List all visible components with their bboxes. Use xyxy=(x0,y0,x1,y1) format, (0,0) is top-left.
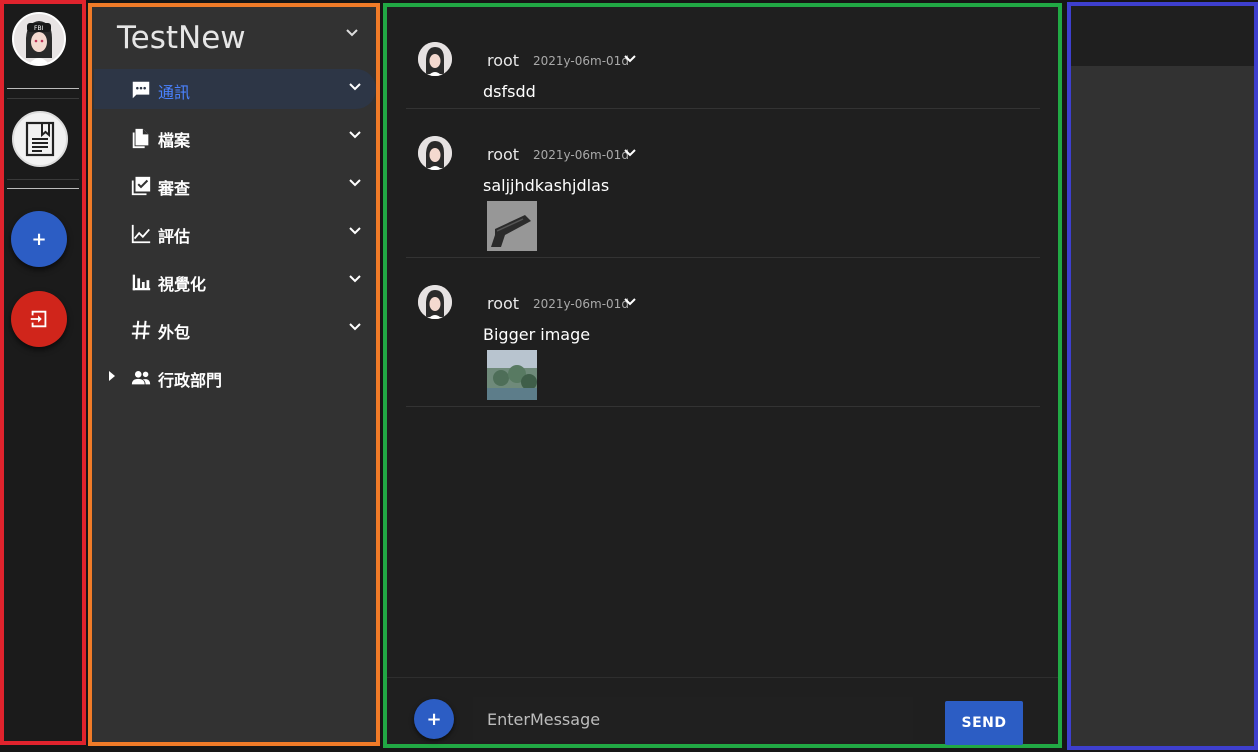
message-item: root 2021y-06m-01d saljjhdkashjdlas xyxy=(406,129,1040,258)
logout-button[interactable] xyxy=(11,291,67,347)
right-panel xyxy=(1067,2,1258,750)
chevron-down-icon[interactable] xyxy=(349,83,361,91)
chevron-down-icon[interactable] xyxy=(349,275,361,283)
composer-divider xyxy=(387,677,1058,678)
rail-divider xyxy=(7,188,79,189)
message-username[interactable]: root xyxy=(487,145,519,164)
add-server-button[interactable]: + xyxy=(11,211,67,267)
message-text: dsfsdd xyxy=(483,82,536,101)
nav-item-outsourcing[interactable]: 外包 xyxy=(94,309,376,349)
nav-item-label: 外包 xyxy=(158,323,191,342)
rail-divider xyxy=(7,179,79,180)
message-avatar[interactable] xyxy=(418,42,452,76)
user-avatar[interactable]: FBI xyxy=(12,12,66,66)
message-image-landscape[interactable] xyxy=(487,350,537,400)
svg-text:FBI: FBI xyxy=(34,25,44,32)
nav-item-communication[interactable]: 通訊 xyxy=(94,69,376,109)
message-avatar[interactable] xyxy=(418,136,452,170)
right-panel-header xyxy=(1071,6,1254,66)
document-bookmark-icon xyxy=(25,121,55,157)
chat-area: root 2021y-06m-01d dsfsdd root 2021y-06m… xyxy=(383,3,1062,748)
message-username[interactable]: root xyxy=(487,294,519,313)
chevron-down-icon[interactable] xyxy=(624,55,636,63)
message-avatar[interactable] xyxy=(418,285,452,319)
caret-right-icon[interactable] xyxy=(108,370,116,382)
message-timestamp: 2021y-06m-01d xyxy=(533,54,629,68)
chevron-down-icon[interactable] xyxy=(624,149,636,157)
plus-icon: + xyxy=(31,228,47,250)
review-icon xyxy=(131,176,151,196)
chevron-down-icon[interactable] xyxy=(346,29,358,37)
hash-icon xyxy=(131,320,151,340)
chart-line-icon xyxy=(131,224,151,244)
message-timestamp: 2021y-06m-01d xyxy=(533,297,629,311)
group-icon xyxy=(131,371,151,385)
nav-item-evaluation[interactable]: 評估 xyxy=(94,213,376,253)
chevron-down-icon[interactable] xyxy=(349,227,361,235)
bar-chart-icon xyxy=(132,274,151,291)
chevron-down-icon[interactable] xyxy=(349,131,361,139)
message-timestamp: 2021y-06m-01d xyxy=(533,148,629,162)
team-name: TestNew xyxy=(117,20,246,56)
nav-item-label: 視覺化 xyxy=(158,275,207,294)
message-text: Bigger image xyxy=(483,325,591,344)
message-username[interactable]: root xyxy=(487,51,519,70)
message-item: root 2021y-06m-01d Bigger image xyxy=(406,278,1040,407)
file-icon xyxy=(132,128,149,149)
chevron-down-icon[interactable] xyxy=(349,323,361,331)
nav-item-administration[interactable]: 行政部門 xyxy=(94,357,376,397)
nav-item-label: 檔案 xyxy=(158,131,191,150)
chevron-down-icon[interactable] xyxy=(349,179,361,187)
nav-item-label: 行政部門 xyxy=(158,371,223,390)
nav-item-label: 評估 xyxy=(158,227,191,246)
server-rail: FBI + xyxy=(0,0,86,745)
attach-button[interactable]: + xyxy=(414,699,454,739)
message-input[interactable] xyxy=(473,697,913,741)
message-text: saljjhdkashjdlas xyxy=(483,176,610,195)
nav-item-visualization[interactable]: 視覺化 xyxy=(94,261,376,301)
rail-divider xyxy=(7,88,79,89)
nav-item-review[interactable]: 審查 xyxy=(94,165,376,205)
plus-icon: + xyxy=(426,708,442,730)
message-item: root 2021y-06m-01d dsfsdd xyxy=(406,35,1040,109)
rail-divider xyxy=(7,98,79,99)
message-image-gun[interactable] xyxy=(487,201,537,251)
nav-item-label: 審查 xyxy=(158,179,191,198)
nav-item-files[interactable]: 檔案 xyxy=(94,117,376,157)
nav-item-label: 通訊 xyxy=(158,83,191,102)
send-button[interactable]: SEND xyxy=(945,701,1023,745)
server-icon-document[interactable] xyxy=(12,111,68,167)
channel-panel: TestNew 通訊 檔案 審查 評估 視覺化 外包 行政部門 xyxy=(88,3,380,746)
chat-icon xyxy=(132,81,150,99)
chevron-down-icon[interactable] xyxy=(624,298,636,306)
logout-icon xyxy=(30,310,47,328)
